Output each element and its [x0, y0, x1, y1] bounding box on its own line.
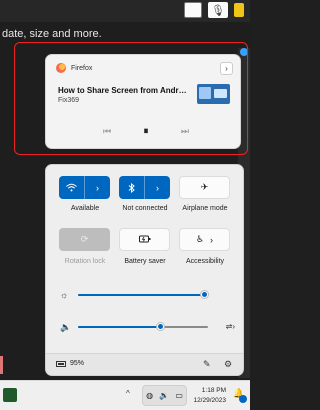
brightness-icon: ☼	[60, 290, 69, 300]
background-edge-marker	[0, 356, 3, 374]
pause-icon[interactable]: ⏸	[144, 126, 149, 137]
volume-icon: 🔉	[159, 391, 170, 400]
bluetooth-label: Not connected	[122, 205, 168, 212]
wifi-tile[interactable]: ›	[59, 176, 110, 199]
bluetooth-expand-chevron-icon[interactable]: ›	[144, 176, 170, 199]
show-hidden-icons-chevron-icon[interactable]: ^	[126, 389, 130, 398]
battery-tray-icon: ▭	[175, 391, 183, 400]
rotation-lock-tile[interactable]: ⟳	[59, 228, 110, 251]
clock-date: 12/29/2023	[193, 397, 226, 404]
media-title: How to Share Screen from Android...	[58, 86, 188, 95]
skip-previous-icon[interactable]: ⏮	[103, 126, 111, 137]
background-text: date, size and more.	[2, 28, 102, 40]
volume-slider-row: 🔈 ⇌›	[60, 322, 235, 332]
wifi-expand-chevron-icon[interactable]: ›	[84, 176, 110, 199]
airplane-icon: ✈	[200, 182, 209, 192]
volume-thumb[interactable]	[157, 323, 165, 330]
yellow-app-icon[interactable]	[234, 3, 244, 17]
media-thumbnail	[197, 84, 230, 104]
bluetooth-tile[interactable]: ›	[119, 176, 170, 199]
audio-output-icon[interactable]: ⇌›	[226, 322, 235, 332]
settings-gear-icon[interactable]: ⚙	[224, 359, 232, 370]
taskbar-clock[interactable]: 1:18 PM 12/29/2023	[190, 386, 226, 406]
notification-badge	[239, 395, 247, 403]
wifi-label: Available	[70, 205, 100, 212]
media-app-name: Firefox	[71, 64, 93, 72]
brightness-slider-row: ☼	[60, 290, 235, 300]
battery-icon	[56, 360, 66, 367]
quick-settings-panel: › Available › Not connected ✈ Airplane m…	[45, 164, 244, 376]
brightness-thumb[interactable]	[201, 291, 209, 298]
accessibility-icon: ♿	[195, 234, 205, 244]
quick-settings-footer: 95% ✎ ⚙	[46, 353, 243, 375]
background-toolbar-icons: 🎙	[184, 0, 244, 20]
rotation-lock-icon: ⟳	[80, 234, 89, 244]
accessibility-label: Accessibility	[185, 258, 225, 265]
taskbar: ^ ◍ 🔉 ▭ 1:18 PM 12/29/2023 🔔	[0, 380, 250, 410]
media-app-header: Firefox	[56, 63, 92, 73]
battery-saver-icon	[138, 235, 151, 245]
microphone-icon[interactable]: 🎙	[208, 2, 228, 18]
battery-saver-label: Battery saver	[124, 258, 166, 265]
battery-percent: 95%	[70, 360, 85, 367]
speaker-icon[interactable]: 🔈	[60, 322, 71, 332]
media-subtitle: Fix369	[58, 97, 80, 104]
airplane-mode-label: Airplane mode	[182, 205, 228, 212]
rotation-lock-label: Rotation lock	[64, 258, 106, 265]
network-globe-icon: ◍	[146, 391, 154, 400]
window-box-icon[interactable]	[184, 2, 202, 18]
taskbar-app-icon[interactable]	[3, 388, 17, 402]
edit-pencil-icon[interactable]: ✎	[203, 359, 211, 370]
clock-time: 1:18 PM	[201, 387, 226, 394]
media-controls: ⏮ ⏸ ⏭	[103, 126, 189, 137]
bluetooth-icon[interactable]	[119, 176, 144, 199]
chevron-right-icon[interactable]: ›	[220, 62, 233, 75]
battery-saver-tile[interactable]	[119, 228, 170, 251]
skip-next-icon[interactable]: ⏭	[181, 126, 189, 137]
system-tray-quick-settings[interactable]: ◍ 🔉 ▭	[142, 385, 187, 406]
volume-fill	[78, 326, 162, 328]
wifi-icon[interactable]	[59, 176, 84, 199]
battery-status[interactable]: 95%	[56, 360, 84, 367]
accessibility-tile[interactable]: ♿ ›	[179, 228, 230, 251]
accessibility-chevron-icon[interactable]: ›	[210, 235, 213, 245]
media-flyout: Firefox › How to Share Screen from Andro…	[45, 54, 241, 149]
brightness-fill	[78, 294, 206, 296]
airplane-mode-tile[interactable]: ✈	[179, 176, 230, 199]
firefox-icon	[56, 63, 66, 73]
background-toolbar: 🎙	[0, 0, 250, 22]
